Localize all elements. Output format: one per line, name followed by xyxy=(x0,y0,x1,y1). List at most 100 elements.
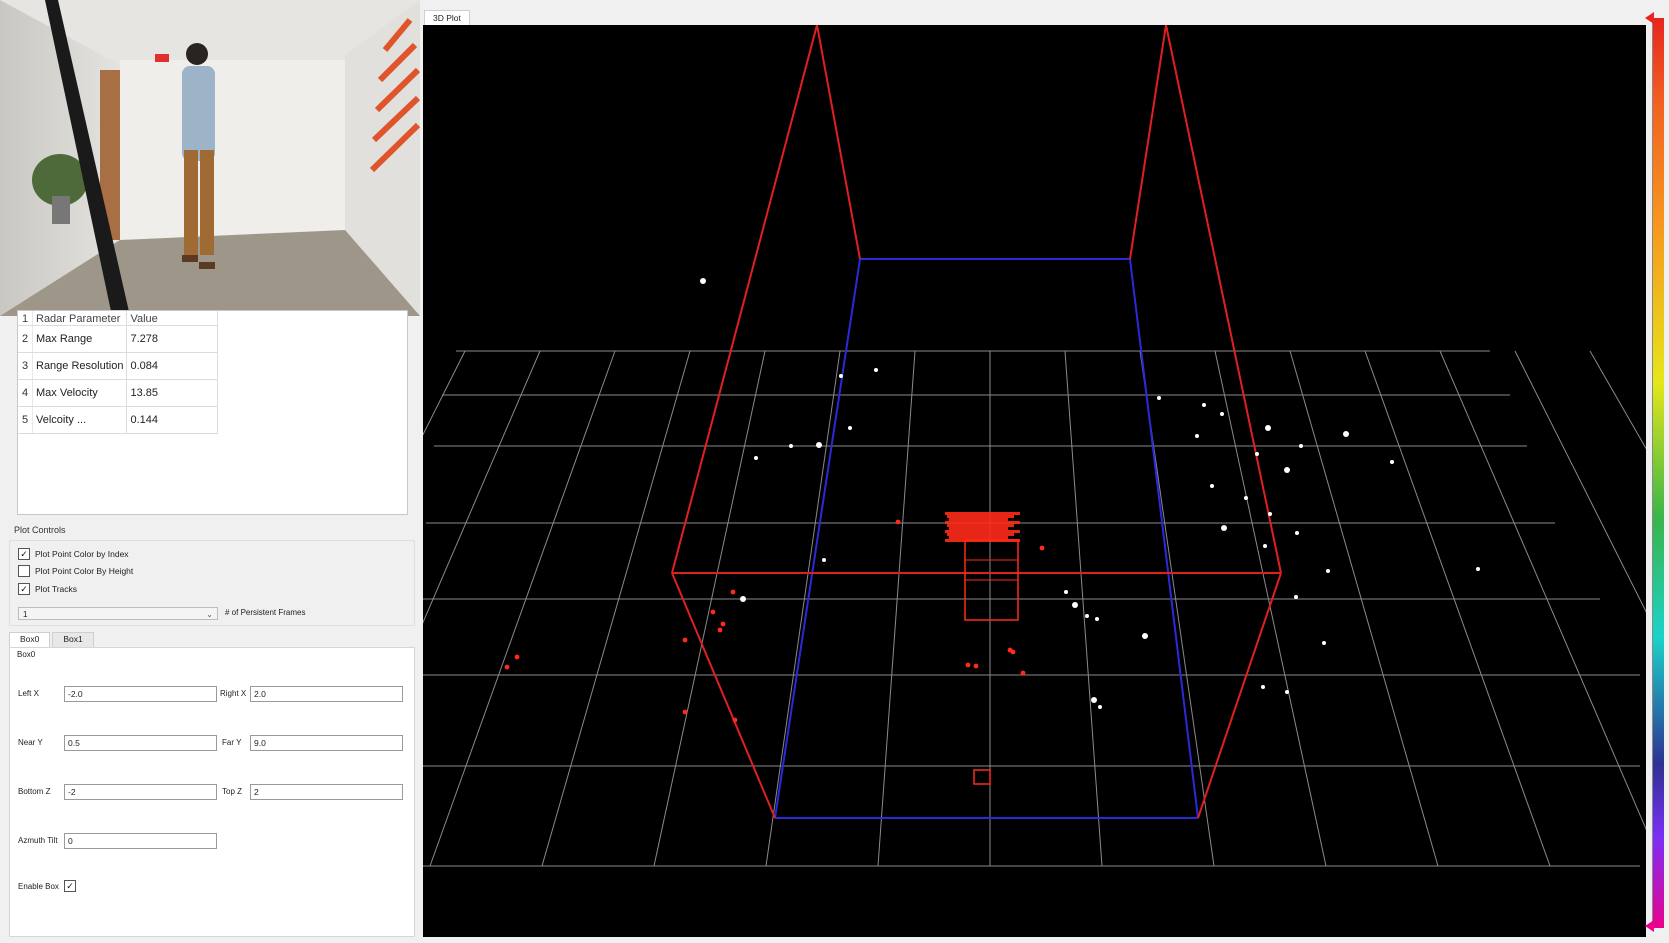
white-point xyxy=(1210,484,1214,488)
far-y-field[interactable] xyxy=(250,735,403,751)
white-point xyxy=(789,444,793,448)
track-point-cluster xyxy=(945,512,1020,515)
table-row[interactable]: 3 Range Resolution 0.084 xyxy=(18,352,219,380)
persistent-frames-dropdown[interactable]: 1 ⌄ xyxy=(18,607,218,620)
value-cell: 0.084 xyxy=(126,352,219,380)
color-by-height-label: Plot Point Color By Height xyxy=(35,566,134,576)
white-point xyxy=(1220,412,1224,416)
white-point xyxy=(1326,569,1330,573)
white-point xyxy=(700,278,706,284)
box-far-edge xyxy=(774,258,861,819)
white-point xyxy=(1221,525,1227,531)
left-x-field[interactable] xyxy=(64,686,217,702)
param-cell: Velcoity ... xyxy=(32,406,128,434)
enable-box-label: Enable Box xyxy=(18,882,59,891)
colorbar-bottom-handle[interactable] xyxy=(1645,920,1654,932)
grid-line xyxy=(1064,350,1103,867)
table-row[interactable]: 2 Max Range 7.278 xyxy=(18,325,219,353)
grid-line xyxy=(1364,350,1551,867)
red-point xyxy=(895,519,901,525)
azimuth-tilt-label: Azmuth Tilt xyxy=(18,836,58,845)
3d-plot-canvas[interactable] xyxy=(0,24,1669,937)
grid-line xyxy=(429,350,616,867)
color-by-height-option[interactable]: Plot Point Color By Height xyxy=(18,564,133,578)
camera-image xyxy=(0,0,420,316)
right-x-label: Right X xyxy=(220,689,247,698)
row-index: 3 xyxy=(18,352,33,380)
white-point xyxy=(1322,641,1326,645)
white-point xyxy=(740,596,746,602)
color-by-index-checkbox[interactable]: ✓ xyxy=(18,548,30,560)
red-point xyxy=(1020,670,1026,676)
far-y-label: Far Y xyxy=(222,738,242,747)
plot-controls-title: Plot Controls xyxy=(14,525,66,535)
white-point xyxy=(1095,617,1099,621)
colorbar-top-handle[interactable] xyxy=(1645,12,1654,24)
plot-tracks-option[interactable]: ✓ Plot Tracks xyxy=(18,582,77,596)
tab-3d-plot[interactable]: 3D Plot xyxy=(424,10,470,26)
red-point xyxy=(973,663,979,669)
track-point-cluster xyxy=(949,518,1008,521)
param-cell: Range Resolution xyxy=(32,352,128,380)
white-point xyxy=(1284,467,1290,473)
tab-box0[interactable]: Box0 xyxy=(9,632,51,647)
grid-line xyxy=(877,350,916,867)
box-tab-bar: Box0 Box1 xyxy=(9,632,96,647)
red-point xyxy=(1010,649,1016,655)
red-point xyxy=(717,627,723,633)
white-point xyxy=(1285,690,1289,694)
box-near-edge xyxy=(671,24,818,574)
color-scale-bar xyxy=(1652,18,1664,928)
table-row[interactable]: 1 Radar Parameter Value xyxy=(18,311,219,326)
3d-plot-svg xyxy=(0,24,1669,867)
value-cell: 0.144 xyxy=(126,406,219,434)
grid-line xyxy=(541,350,691,867)
grid-line xyxy=(1439,350,1663,867)
track-point-cluster xyxy=(945,530,1020,533)
color-by-index-label: Plot Point Color by Index xyxy=(35,549,129,559)
bottom-z-field[interactable] xyxy=(64,784,217,800)
azimuth-tilt-field[interactable] xyxy=(64,833,217,849)
white-point xyxy=(1098,705,1102,709)
top-z-field[interactable] xyxy=(250,784,403,800)
white-point xyxy=(874,368,878,372)
table-row[interactable]: 5 Velcoity ... 0.144 xyxy=(18,406,219,434)
white-point xyxy=(848,426,852,430)
right-x-field[interactable] xyxy=(250,686,403,702)
plot-tracks-checkbox[interactable]: ✓ xyxy=(18,583,30,595)
enable-box-checkbox[interactable]: ✓ xyxy=(64,880,76,892)
box-near-edge xyxy=(816,24,861,260)
plot-tracks-label: Plot Tracks xyxy=(35,584,78,594)
chevron-down-icon: ⌄ xyxy=(206,610,213,619)
tab-box1[interactable]: Box1 xyxy=(52,632,94,647)
white-point xyxy=(1299,444,1303,448)
box-near-edge xyxy=(1165,24,1282,574)
table-row[interactable]: 4 Max Velocity 13.85 xyxy=(18,379,219,407)
grid-line xyxy=(1289,350,1439,867)
color-by-index-option[interactable]: ✓ Plot Point Color by Index xyxy=(18,547,129,561)
top-z-label: Top Z xyxy=(222,787,243,796)
value-cell: 13.85 xyxy=(126,379,219,407)
white-point xyxy=(1476,567,1480,571)
row-index: 2 xyxy=(18,325,33,353)
track-point-cluster xyxy=(947,524,1014,527)
value-cell: Value xyxy=(126,311,219,326)
grid-line xyxy=(1589,350,1669,490)
color-by-height-checkbox[interactable] xyxy=(18,565,30,577)
radar-parameter-table[interactable]: 1 Radar Parameter Value 2 Max Range 7.27… xyxy=(17,310,408,515)
param-cell: Max Range xyxy=(32,325,128,353)
radar-table-grid: 1 Radar Parameter Value 2 Max Range 7.27… xyxy=(18,311,219,434)
grid-line xyxy=(1514,350,1669,659)
white-point xyxy=(1263,544,1267,548)
red-point xyxy=(682,637,688,643)
plot-controls-group: ✓ Plot Point Color by Index Plot Point C… xyxy=(9,540,415,626)
white-point xyxy=(754,456,758,460)
near-y-field[interactable] xyxy=(64,735,217,751)
white-point xyxy=(839,374,843,378)
bottom-z-label: Bottom Z xyxy=(18,787,51,796)
track-point-cluster xyxy=(945,521,1020,524)
white-point xyxy=(1295,531,1299,535)
track-point-cluster xyxy=(949,527,1008,530)
red-point xyxy=(1039,545,1045,551)
white-point xyxy=(1091,697,1097,703)
